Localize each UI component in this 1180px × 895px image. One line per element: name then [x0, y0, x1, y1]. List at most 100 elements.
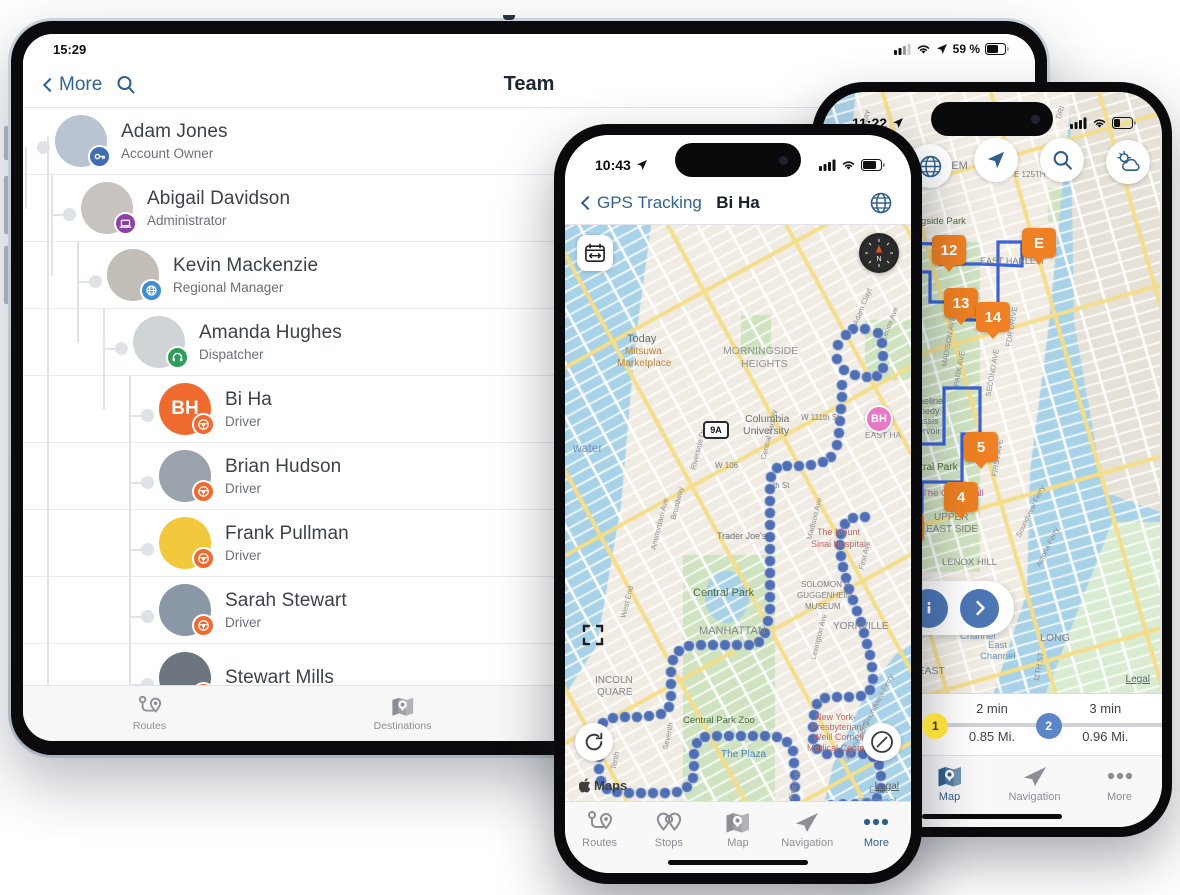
map-legal-link[interactable]: Legal [875, 781, 899, 792]
map-label: W 111th St [801, 413, 840, 422]
map-legal-link[interactable]: Legal [1126, 674, 1150, 685]
svg-text:N: N [876, 256, 881, 263]
locate-compass-icon[interactable] [863, 723, 901, 761]
member-name: Amanda Hughes [199, 322, 342, 343]
map-label: Central Park [693, 587, 755, 599]
right-tab-navigation[interactable]: Navigation [992, 764, 1077, 803]
member-name: Kevin Mackenzie [173, 255, 319, 276]
member-name: Frank Pullman [225, 523, 349, 544]
route-stop-pin[interactable]: 12 [932, 235, 966, 265]
ipad-tab-destinations[interactable]: Destinations [276, 695, 529, 732]
route-stop-pin[interactable]: E [1022, 228, 1056, 258]
map-label: Tenth [608, 750, 622, 771]
map-label: Broadway [668, 486, 686, 521]
segment-duration: 2 min [976, 701, 1008, 716]
member-role: Driver [225, 615, 261, 630]
driver-location-marker[interactable]: BH [865, 405, 893, 433]
center-tab-map[interactable]: Map [703, 810, 772, 849]
member-info: Abigail Davidson Administrator [147, 188, 290, 228]
timeline-segment[interactable]: 2 min 2 0.85 Mi. [935, 701, 1062, 755]
stop-marker[interactable]: 2 [1035, 713, 1062, 739]
member-name: Sarah Stewart [225, 590, 347, 611]
ipad-volume-down-button[interactable] [4, 246, 8, 304]
member-info: Sarah Stewart Driver [225, 590, 347, 630]
member-info: Amanda Hughes Dispatcher [199, 322, 342, 362]
map-label: The Plaza [721, 749, 767, 760]
ipad-volume-up-button[interactable] [4, 176, 8, 234]
compass-icon[interactable]: N [859, 233, 899, 273]
member-name: Abigail Davidson [147, 188, 291, 209]
weather-icon[interactable] [1106, 140, 1150, 184]
destinations-map-icon [937, 764, 963, 788]
right-tab-more[interactable]: More [1077, 764, 1162, 803]
steering-wheel-badge-icon [192, 547, 215, 570]
map-label: INCOLN [595, 675, 633, 686]
apple-maps-attribution: Maps [579, 778, 627, 793]
member-role: Account Owner [121, 146, 214, 161]
avatar: BH [159, 383, 215, 436]
timeline-segment[interactable]: 3 min 0.96 Mi. [1048, 701, 1162, 755]
date-range-icon[interactable] [577, 235, 613, 271]
back-button[interactable]: More [42, 74, 102, 96]
map-label: GUGGENHEIM [797, 591, 853, 600]
route-stop-pin[interactable]: 5 [964, 432, 998, 462]
expand-icon[interactable] [577, 619, 609, 651]
map-label: th St [773, 481, 790, 490]
laptop-badge-icon [114, 212, 137, 235]
map-label: QUARE [597, 687, 633, 698]
routes-icon [138, 695, 162, 717]
segment-bar [935, 723, 1049, 727]
member-name: Stewart Mills [225, 666, 334, 686]
wifi-icon [1093, 119, 1106, 128]
map-label: New York- [815, 712, 857, 722]
map-label: EAST SIDE [926, 524, 979, 535]
headset-badge-icon [166, 346, 189, 369]
center-map-view[interactable]: Today Mitsuwa Marketplace MORNINGSIDE HEIGHT… [565, 225, 911, 801]
map-label: MANHATTAN [699, 625, 766, 637]
home-indicator [668, 860, 808, 865]
navigate-arrow-icon[interactable] [974, 138, 1018, 182]
cellular-icon [819, 159, 836, 171]
refresh-icon[interactable] [575, 723, 613, 761]
map-label: HEIGHTS [741, 358, 788, 370]
search-icon[interactable] [1040, 138, 1084, 182]
highway-shield-9a: 9A [703, 421, 729, 439]
member-info: Stewart Mills [225, 667, 334, 686]
ipad-status-time: 15:29 [53, 41, 87, 57]
next-stop-button[interactable] [960, 588, 1000, 628]
route-stop-pin[interactable]: 4 [944, 482, 978, 512]
member-role: Driver [225, 414, 261, 429]
member-role: Administrator [147, 213, 227, 228]
key-badge-icon [88, 145, 111, 168]
apple-logo-icon [579, 778, 591, 793]
member-info: Adam Jones Account Owner [121, 121, 228, 161]
center-tab-stops[interactable]: Stops [634, 810, 703, 849]
dynamic-island [675, 143, 801, 177]
map-label: West End [618, 584, 636, 619]
tab-label: Map [938, 791, 961, 803]
map-label: MORNINGSIDE [723, 345, 799, 357]
member-role: Dispatcher [199, 347, 264, 362]
center-tab-routes[interactable]: Routes [565, 810, 634, 849]
location-arrow-icon [636, 160, 647, 170]
tab-label: Navigation [781, 837, 834, 849]
center-tab-navigation[interactable]: Navigation [773, 810, 842, 849]
map-label: YORKVILLE [833, 621, 889, 632]
ipad-tab-routes[interactable]: Routes [23, 695, 276, 732]
ipad-power-button[interactable] [4, 126, 8, 160]
avatar [159, 517, 215, 570]
center-status-time: 10:43 [595, 157, 631, 173]
globe-icon[interactable] [869, 191, 893, 215]
destinations-map-icon [391, 695, 415, 717]
member-info: Brian Hudson Driver [225, 456, 341, 496]
route-stop-pin[interactable]: 14 [976, 302, 1010, 332]
search-icon[interactable] [116, 75, 136, 95]
driver-name-title: Bi Ha [716, 192, 760, 212]
center-iphone-screen: 10:43 GPS Tracking Bi Ha Today Mitsuwa M… [565, 135, 911, 873]
route-stop-pin[interactable]: 13 [944, 288, 978, 318]
ipad-camera [503, 15, 515, 20]
right-status-indicators [1070, 117, 1136, 129]
steering-wheel-badge-icon [192, 413, 215, 436]
center-tab-more[interactable]: More [842, 810, 911, 849]
member-name: Brian Hudson [225, 456, 342, 477]
